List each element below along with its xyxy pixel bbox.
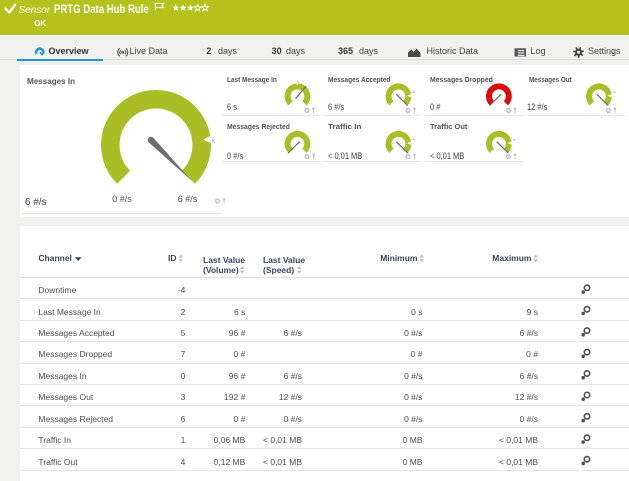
svg-text:x̄: x̄ [212, 138, 216, 145]
